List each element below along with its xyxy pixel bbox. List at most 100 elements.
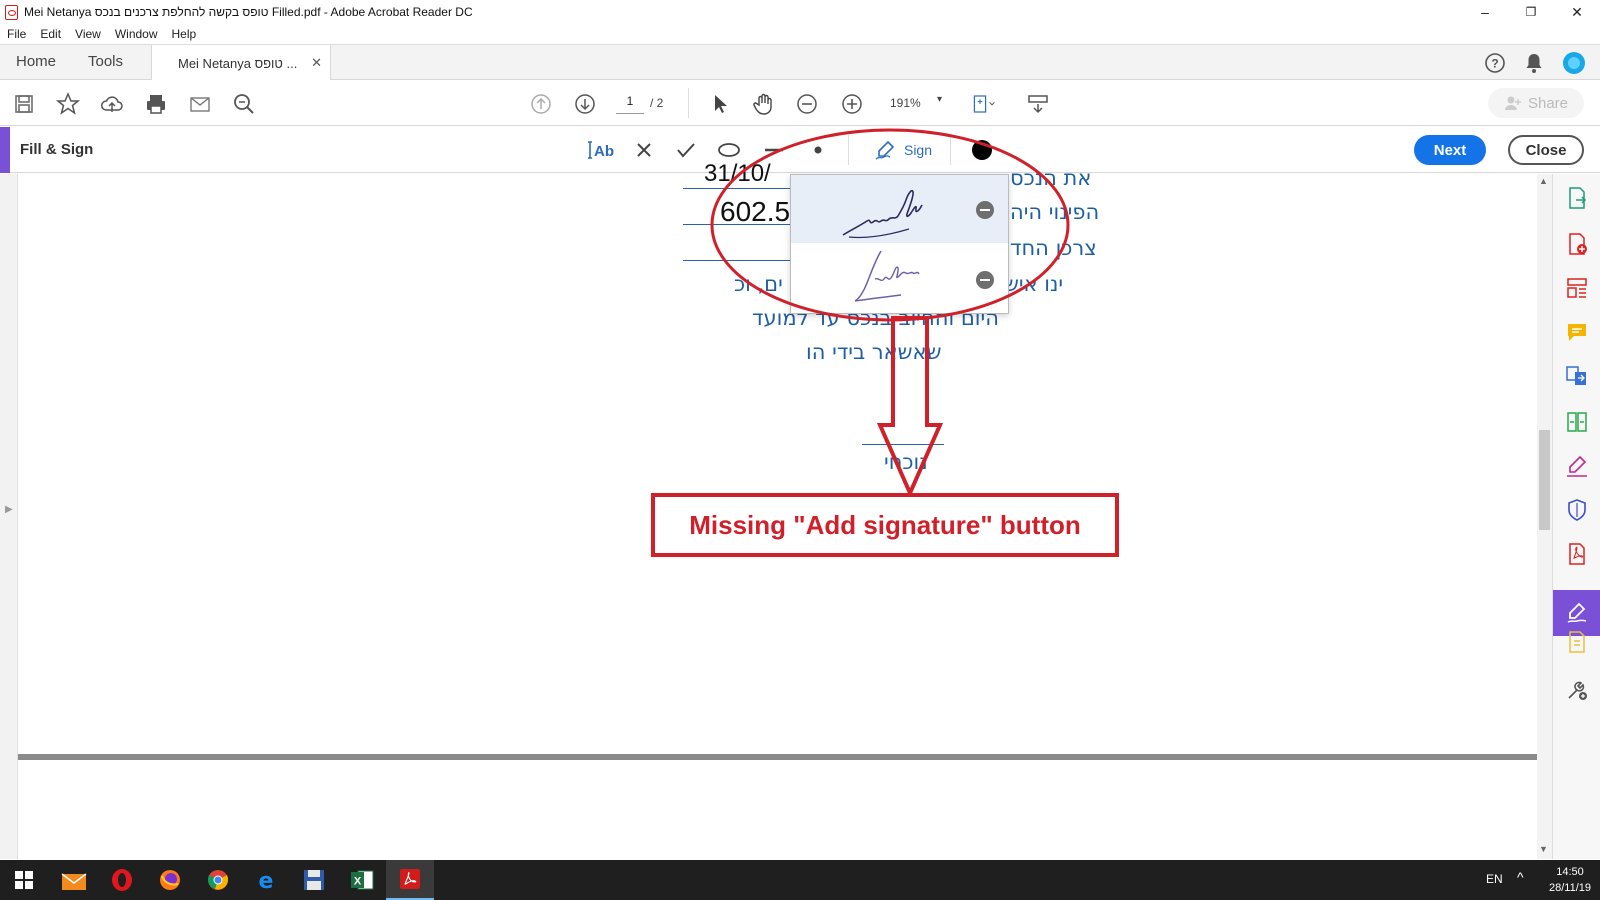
color-picker-button[interactable]: [970, 136, 994, 164]
taskbar-opera[interactable]: [98, 860, 146, 900]
title-bar: Mei Netanya טופס בקשה להחלפת צרכנים בנכס…: [0, 0, 1600, 24]
add-text-icon[interactable]: Ab: [585, 136, 615, 164]
chrome-icon: [207, 870, 229, 890]
remove-initials-icon[interactable]: [976, 271, 994, 289]
expand-panel-icon[interactable]: ▶: [5, 504, 13, 515]
sign-button[interactable]: Sign: [868, 136, 938, 164]
search-zoom-icon[interactable]: [232, 92, 256, 116]
avatar-icon[interactable]: [1562, 51, 1586, 75]
send-for-signature-icon[interactable]: [1565, 454, 1589, 478]
clock-time: 14:50: [1556, 866, 1584, 878]
upload-cloud-icon[interactable]: [100, 92, 124, 116]
tray-expand-icon[interactable]: ^: [1517, 869, 1524, 885]
zoom-level[interactable]: 191%: [890, 96, 921, 110]
fill-sign-toolbar: Fill & Sign Ab Sign Next Close: [0, 127, 1600, 173]
annotation-callout: Missing "Add signature" button: [651, 493, 1119, 557]
taskbar-edge[interactable]: e: [242, 860, 290, 900]
menu-edit[interactable]: Edit: [33, 27, 68, 41]
page-number-input[interactable]: 1: [616, 94, 644, 114]
menu-bar: File Edit View Window Help: [0, 24, 1600, 44]
zoom-dropdown-icon[interactable]: ▾: [937, 94, 942, 105]
next-page-icon[interactable]: [573, 92, 597, 116]
tab-document-label: Mei Netanya טופס ...: [178, 55, 298, 71]
sign-label: Sign: [903, 142, 933, 158]
check-mark-icon[interactable]: [674, 136, 698, 164]
next-button[interactable]: Next: [1414, 135, 1486, 165]
tab-bar: Home Tools Mei Netanya טופס ... ✕ ?: [0, 44, 1600, 81]
create-pdf-icon[interactable]: [1565, 232, 1589, 256]
protect-shield-icon[interactable]: [1565, 498, 1589, 522]
form-text-line: את הנכס: [1010, 166, 1092, 190]
toolbar-separator: [688, 88, 689, 118]
start-button[interactable]: [0, 860, 48, 900]
dot-icon[interactable]: [808, 136, 828, 164]
form-underline: [683, 224, 793, 225]
close-button[interactable]: Close: [1508, 135, 1584, 165]
menu-help[interactable]: Help: [165, 27, 204, 41]
comment-icon[interactable]: [1565, 320, 1589, 344]
organize-pages-icon[interactable]: [1565, 276, 1589, 300]
form-text-line: ינו איש: [1004, 272, 1064, 296]
compress-icon[interactable]: [1565, 410, 1589, 434]
scroll-up-icon[interactable]: ▲: [1539, 176, 1548, 186]
form-field-value[interactable]: 3‎1/10/: [704, 160, 771, 188]
scrollbar-thumb[interactable]: [1539, 430, 1550, 530]
zoom-out-icon[interactable]: [795, 92, 819, 116]
system-clock[interactable]: 14:50 28/11/19: [1542, 864, 1598, 896]
vertical-scrollbar[interactable]: ▲ ▼: [1537, 174, 1552, 859]
fill-sign-separator: [950, 135, 951, 165]
close-window-button[interactable]: ✕: [1554, 0, 1600, 24]
taskbar-chrome[interactable]: [194, 860, 242, 900]
remove-signature-icon[interactable]: [976, 201, 994, 219]
combine-files-icon[interactable]: [1565, 364, 1589, 388]
taskbar-mail[interactable]: [50, 860, 98, 900]
fit-page-icon[interactable]: [972, 92, 996, 116]
scroll-down-icon[interactable]: ▼: [1539, 844, 1548, 854]
saved-signature-1[interactable]: [791, 175, 1008, 243]
fill-sign-accent: [0, 127, 10, 173]
taskbar-firefox[interactable]: [146, 860, 194, 900]
firefox-icon: [160, 870, 180, 890]
add-person-icon: [1504, 96, 1521, 110]
minimize-button[interactable]: –: [1462, 0, 1508, 24]
tab-document[interactable]: Mei Netanya טופס ... ✕: [151, 45, 331, 81]
help-icon[interactable]: ?: [1484, 52, 1506, 74]
hand-tool-icon[interactable]: [752, 92, 776, 116]
taskbar-save-app[interactable]: [290, 860, 338, 900]
star-icon[interactable]: [56, 92, 80, 116]
signature-underline: [862, 444, 944, 445]
zoom-in-icon[interactable]: [840, 92, 864, 116]
save-icon[interactable]: [12, 92, 36, 116]
edit-pdf-icon[interactable]: [1565, 630, 1589, 654]
tab-home[interactable]: Home: [16, 53, 56, 70]
bell-icon[interactable]: [1524, 52, 1544, 74]
export-pdf-icon[interactable]: [1565, 186, 1589, 210]
menu-file[interactable]: File: [0, 27, 33, 41]
print-icon[interactable]: [144, 92, 168, 116]
tab-close-icon[interactable]: ✕: [311, 55, 322, 71]
form-text-line: שאשאר בידי הו: [806, 340, 942, 364]
pdf-file-icon[interactable]: [1565, 542, 1589, 566]
main-toolbar: 1 / 2 191% ▾ Share: [0, 80, 1600, 126]
email-icon[interactable]: [188, 92, 212, 116]
previous-page-icon[interactable]: [529, 92, 553, 116]
share-button[interactable]: Share: [1488, 88, 1584, 118]
pen-sign-icon: [875, 140, 895, 160]
input-language[interactable]: EN: [1486, 872, 1503, 886]
select-arrow-icon[interactable]: [708, 92, 732, 116]
cross-mark-icon[interactable]: [632, 136, 656, 164]
svg-text:?: ?: [1491, 57, 1498, 71]
taskbar-acrobat[interactable]: [386, 860, 434, 900]
tab-tools[interactable]: Tools: [88, 53, 123, 70]
taskbar-excel[interactable]: X: [338, 860, 386, 900]
scroll-mode-icon[interactable]: [1026, 92, 1050, 116]
more-tools-icon[interactable]: [1565, 678, 1589, 702]
fill-sign-tool-icon[interactable]: [1565, 601, 1589, 625]
menu-view[interactable]: View: [68, 27, 108, 41]
windows-taskbar: e X EN ^ 14:50 28/11/19: [0, 860, 1600, 900]
form-text-line: ים, וכ: [734, 272, 783, 296]
menu-window[interactable]: Window: [108, 27, 165, 41]
opera-icon: [112, 869, 132, 891]
saved-signature-2[interactable]: [791, 245, 1008, 313]
maximize-button[interactable]: ❐: [1508, 0, 1554, 24]
